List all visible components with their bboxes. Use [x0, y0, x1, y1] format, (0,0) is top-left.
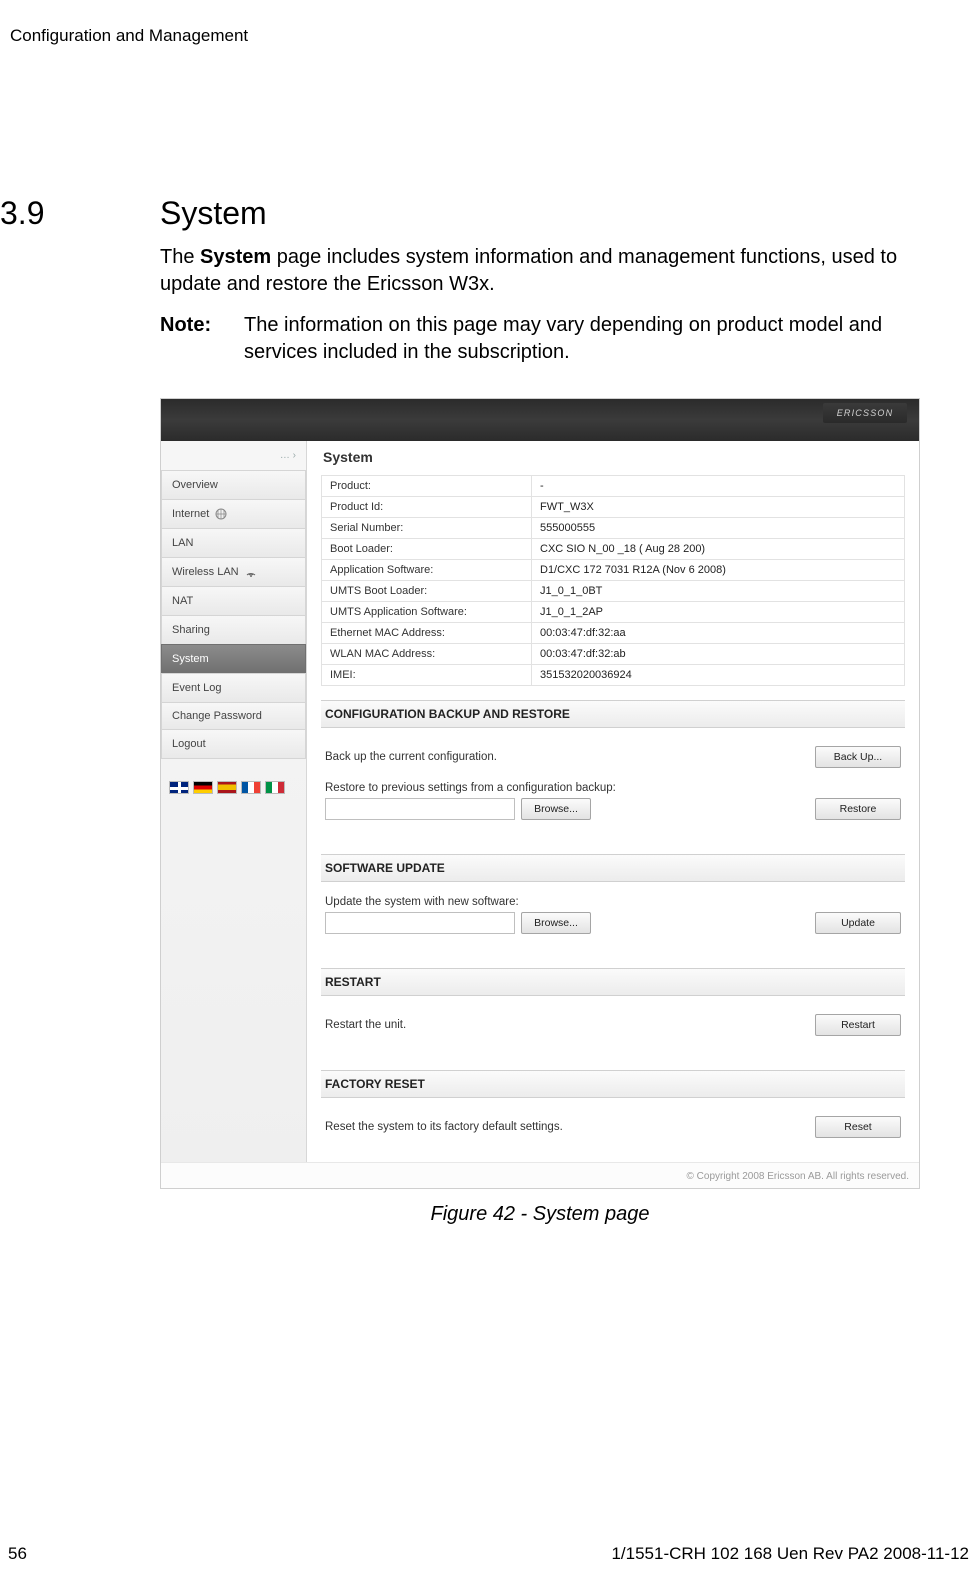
- info-boot-value: CXC SIO N_00 _18 ( Aug 28 200): [532, 539, 905, 560]
- intro-post: page includes system information and man…: [160, 246, 897, 295]
- info-pid-label: Product Id:: [322, 497, 532, 518]
- info-imei-label: IMEI:: [322, 665, 532, 686]
- nav-nat-label: NAT: [172, 595, 193, 607]
- intro-bold: System: [200, 246, 271, 268]
- section-restart-title: RESTART: [321, 968, 905, 996]
- nav-overview[interactable]: Overview: [161, 470, 306, 500]
- info-serial-value: 555000555: [532, 518, 905, 539]
- update-button[interactable]: Update: [815, 912, 901, 934]
- info-boot-label: Boot Loader:: [322, 539, 532, 560]
- info-uboot-value: J1_0_1_0BT: [532, 581, 905, 602]
- info-app-value: D1/CXC 172 7031 R12A (Nov 6 2008): [532, 560, 905, 581]
- info-wlan-label: WLAN MAC Address:: [322, 644, 532, 665]
- figure-banner: ERICSSON: [161, 399, 919, 441]
- backup-button[interactable]: Back Up...: [815, 746, 901, 768]
- nav-lan[interactable]: LAN: [161, 528, 306, 558]
- page-title: System: [321, 441, 905, 475]
- wifi-icon: [245, 566, 257, 578]
- nav-sharing-label: Sharing: [172, 624, 210, 636]
- language-flags: [169, 781, 298, 794]
- info-app-label: Application Software:: [322, 560, 532, 581]
- nav-overview-label: Overview: [172, 479, 218, 491]
- info-wlan-value: 00:03:47:df:32:ab: [532, 644, 905, 665]
- info-imei-value: 351532020036924: [532, 665, 905, 686]
- page-number: 56: [8, 1544, 27, 1564]
- note-block: Note: The information on this page may v…: [160, 312, 950, 366]
- info-serial-label: Serial Number:: [322, 518, 532, 539]
- info-uapp-value: J1_0_1_2AP: [532, 602, 905, 623]
- restore-text: Restore to previous settings from a conf…: [325, 782, 901, 794]
- update-file-input[interactable]: [325, 912, 515, 934]
- nav-logout[interactable]: Logout: [161, 729, 306, 759]
- nav-system[interactable]: System: [161, 644, 306, 674]
- section-backup-title: CONFIGURATION BACKUP AND RESTORE: [321, 700, 905, 728]
- flag-it[interactable]: [265, 781, 285, 794]
- backup-text: Back up the current configuration.: [325, 751, 497, 763]
- restore-button[interactable]: Restore: [815, 798, 901, 820]
- flag-uk[interactable]: [169, 781, 189, 794]
- nav-wlan-label: Wireless LAN: [172, 566, 239, 578]
- reset-button[interactable]: Reset: [815, 1116, 901, 1138]
- ericsson-logo: ERICSSON: [823, 403, 907, 423]
- running-header: Configuration and Management: [10, 26, 957, 46]
- nav-nat[interactable]: NAT: [161, 586, 306, 616]
- flag-fr[interactable]: [241, 781, 261, 794]
- intro-pre: The: [160, 246, 200, 268]
- section-number: 3.9: [0, 195, 44, 232]
- nav-wlan[interactable]: Wireless LAN: [161, 557, 306, 587]
- restore-browse-button[interactable]: Browse...: [521, 798, 591, 820]
- nav-change-password-label: Change Password: [172, 709, 262, 723]
- nav-eventlog-label: Event Log: [172, 682, 222, 694]
- sidebar: … › Overview Internet LAN Wireless LAN: [161, 441, 307, 1162]
- note-label: Note:: [160, 312, 244, 366]
- info-product-value: -: [532, 476, 905, 497]
- intro-paragraph: The System page includes system informat…: [160, 244, 950, 298]
- nav-lan-label: LAN: [172, 537, 193, 549]
- nav-system-label: System: [172, 653, 209, 665]
- update-browse-button[interactable]: Browse...: [521, 912, 591, 934]
- section-factory-title: FACTORY RESET: [321, 1070, 905, 1098]
- figure-screenshot: ERICSSON … › Overview Internet LAN Wirel…: [160, 398, 920, 1189]
- nav-change-password[interactable]: Change Password: [161, 702, 306, 730]
- restore-file-input[interactable]: [325, 798, 515, 820]
- info-uapp-label: UMTS Application Software:: [322, 602, 532, 623]
- info-product-label: Product:: [322, 476, 532, 497]
- flag-es[interactable]: [217, 781, 237, 794]
- info-uboot-label: UMTS Boot Loader:: [322, 581, 532, 602]
- nav-sharing[interactable]: Sharing: [161, 615, 306, 645]
- nav-internet[interactable]: Internet: [161, 499, 306, 529]
- globe-icon: [215, 508, 227, 520]
- nav-logout-label: Logout: [172, 738, 206, 750]
- restart-text: Restart the unit.: [325, 1019, 406, 1031]
- factory-reset-text: Reset the system to its factory default …: [325, 1121, 563, 1133]
- info-pid-value: FWT_W3X: [532, 497, 905, 518]
- nav-eventlog[interactable]: Event Log: [161, 673, 306, 703]
- figure-caption: Figure 42 - System page: [160, 1203, 920, 1226]
- note-text: The information on this page may vary de…: [244, 312, 950, 366]
- doc-id-footer: 1/1551-CRH 102 168 Uen Rev PA2 2008-11-1…: [611, 1544, 969, 1564]
- info-eth-value: 00:03:47:df:32:aa: [532, 623, 905, 644]
- software-update-text: Update the system with new software:: [325, 896, 901, 908]
- restart-button[interactable]: Restart: [815, 1014, 901, 1036]
- info-eth-label: Ethernet MAC Address:: [322, 623, 532, 644]
- figure-copyright: © Copyright 2008 Ericsson AB. All rights…: [161, 1162, 919, 1188]
- section-software-title: SOFTWARE UPDATE: [321, 854, 905, 882]
- system-info-table: Product:- Product Id:FWT_W3X Serial Numb…: [321, 475, 905, 686]
- flag-de[interactable]: [193, 781, 213, 794]
- section-title: System: [160, 195, 267, 232]
- breadcrumb: … ›: [161, 441, 306, 471]
- nav-internet-label: Internet: [172, 508, 209, 520]
